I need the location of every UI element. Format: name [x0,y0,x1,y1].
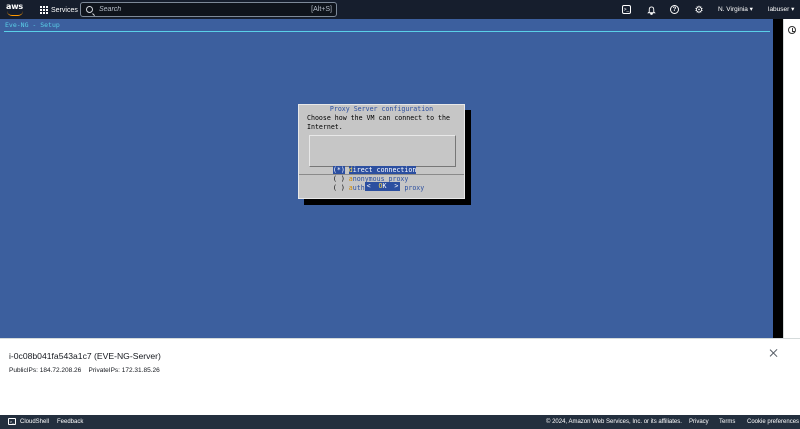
aws-logo[interactable]: aws [6,2,26,17]
instance-details-panel: i-0c08b041fa543a1c7 (EVE-NG-Server) Publ… [0,338,800,415]
right-rail [783,19,800,338]
option-direct-connection[interactable]: (*) direct connection [317,158,417,174]
private-ip-label: PrivateIPs: [88,367,120,374]
region-selector[interactable]: N. Virginia ▾ [718,5,753,13]
instance-title: i-0c08b041fa543a1c7 (EVE-NG-Server) [9,351,161,361]
search-icon [86,6,93,13]
terminal-title: Eve-NG - Setup [5,21,60,29]
aws-logo-text: aws [6,2,23,11]
cookie-preferences-link[interactable]: Cookie preferences [747,419,799,425]
footer: >_ CloudShell Feedback © 2024, Amazon We… [0,415,800,429]
ok-right-bracket: K > [382,182,399,190]
copyright-text: © 2024, Amazon Web Services, Inc. or its… [546,419,682,425]
public-ip-value: 184.72.208.26 [39,367,82,374]
dialog-text: Choose how the VM can connect to the Int… [307,114,450,131]
bell-icon[interactable] [646,5,656,15]
cloudshell-icon[interactable]: >_ [622,5,631,14]
cloudshell-icon[interactable]: >_ [8,418,16,425]
grid-icon [40,6,48,14]
search-shortcut: [Alt+S] [311,6,332,13]
services-menu-button[interactable]: Services [40,4,78,16]
info-icon[interactable] [788,26,796,34]
search-input[interactable] [99,6,312,13]
terminal-scrollbar[interactable] [773,19,783,338]
search-bar[interactable]: [Alt+S] [80,2,337,17]
private-ip-value: 172.31.85.26 [121,367,160,374]
proxy-config-dialog: Proxy Server configuration Choose how th… [298,104,465,199]
close-icon[interactable] [769,348,779,358]
dialog-separator [299,174,464,175]
public-ip-label: PublicIPs: [9,367,38,374]
dialog-title: Proxy Server configuration [329,105,434,113]
user-menu[interactable]: labuser ▾ [768,5,794,13]
ok-button[interactable]: < OK > [365,182,400,191]
help-icon[interactable]: ? [670,5,679,14]
terms-link[interactable]: Terms [719,419,735,425]
radio-indicator: ( ) [332,184,345,192]
cloudshell-link[interactable]: CloudShell [20,419,49,425]
services-label: Services [51,6,78,14]
aws-smile-icon [7,11,23,16]
feedback-link[interactable]: Feedback [57,419,83,425]
terminal-divider [4,31,770,32]
gear-icon[interactable]: ⚙ [694,5,704,16]
instance-ips: PublicIPs: 184.72.208.26 PrivateIPs: 172… [9,367,160,374]
privacy-link[interactable]: Privacy [689,419,709,425]
ok-left-bracket: < [366,182,379,190]
top-navigation: aws Services [Alt+S] >_ ? ⚙ N. Virginia … [0,0,800,19]
